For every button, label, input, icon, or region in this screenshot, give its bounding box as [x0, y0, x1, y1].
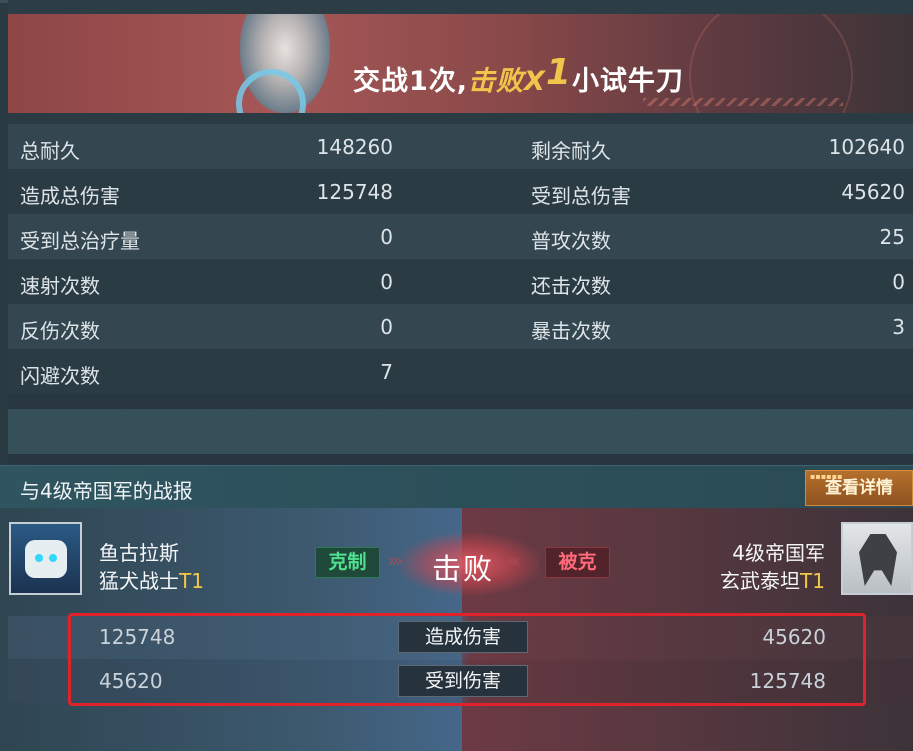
- stat-row: 速射次数 0 还击次数 0: [8, 259, 913, 304]
- stat-value: 102640: [828, 135, 905, 159]
- stat-value: 148260: [316, 135, 393, 159]
- attacker-unit: 猛犬战士T1: [99, 565, 204, 594]
- stat-row: 闪避次数 7: [8, 349, 913, 394]
- stat-label: 闪避次数: [20, 364, 100, 388]
- stat-row: 受到总治疗量 0 普攻次数 25: [8, 214, 913, 259]
- attacker-name: 鱼古拉斯: [99, 541, 179, 565]
- result-banner: 交战1次,击败X1小试牛刀: [8, 14, 913, 113]
- portrait-ring: [236, 69, 306, 113]
- stat-label: 反伤次数: [20, 319, 100, 343]
- attacker-unit-name: 猛犬战士: [99, 569, 179, 593]
- stat-label: 受到总治疗量: [20, 229, 140, 253]
- battle-result: 击败: [432, 552, 495, 586]
- stat-value: 125748: [316, 180, 393, 204]
- view-details-label: 查看详情: [825, 478, 893, 498]
- stat-value: 0: [892, 270, 905, 294]
- report-header: 与4级帝国军的战报 ▪▪▪▪▪▪ 查看详情: [0, 465, 913, 509]
- chevron-left-icon: ‹‹‹: [505, 548, 521, 572]
- stat-value: 0: [380, 225, 393, 249]
- stat-label: 速射次数: [20, 274, 100, 298]
- stat-label: 造成总伤害: [20, 184, 120, 208]
- counter-badge: 克制: [315, 547, 380, 578]
- damage-highlight-box: [68, 613, 866, 706]
- stat-value: 25: [879, 225, 905, 249]
- stat-value: 45620: [841, 180, 905, 204]
- banner-prefix: 交战1次,: [353, 66, 469, 97]
- stat-label: 暴击次数: [531, 319, 611, 343]
- banner-title: 交战1次,击败X1小试牛刀: [353, 52, 684, 99]
- stat-label: 受到总伤害: [531, 184, 631, 208]
- attacker-tier: T1: [179, 569, 204, 593]
- stat-label: 总耐久: [20, 139, 80, 163]
- stat-row: 反伤次数 0 暴击次数 3: [8, 304, 913, 349]
- stat-row: 造成总伤害 125748 受到总伤害 45620: [8, 169, 913, 214]
- stat-value: 0: [380, 270, 393, 294]
- chevron-right-icon: ›››: [387, 548, 403, 572]
- countered-badge: 被克: [545, 547, 610, 578]
- robot-face-icon: [25, 540, 67, 578]
- banner-stripe: [643, 98, 843, 106]
- button-dots-icon: ▪▪▪▪▪▪: [810, 472, 843, 481]
- stat-value: 0: [380, 315, 393, 339]
- view-details-button[interactable]: ▪▪▪▪▪▪ 查看详情: [805, 470, 913, 506]
- robot-eye-icon: [49, 554, 57, 562]
- defender-avatar[interactable]: [841, 522, 913, 595]
- mech-icon: [859, 534, 897, 586]
- stat-label: 剩余耐久: [531, 139, 611, 163]
- defender-tier: T1: [800, 569, 825, 593]
- defender-name: 4级帝国军: [732, 541, 825, 565]
- stat-label: 还击次数: [531, 274, 611, 298]
- defender-unit: 玄武泰坦T1: [720, 565, 825, 594]
- banner-defeat-count: 1: [545, 52, 572, 93]
- stat-value: 7: [380, 360, 393, 384]
- commander-portrait: [236, 14, 330, 113]
- attacker-avatar[interactable]: [9, 522, 82, 595]
- banner-suffix: 小试牛刀: [571, 66, 684, 97]
- stat-label: 普攻次数: [531, 229, 611, 253]
- robot-eye-icon: [35, 554, 43, 562]
- banner-defeat-word: 击败X: [468, 66, 546, 97]
- stat-row: 总耐久 148260 剩余耐久 102640: [8, 124, 913, 169]
- report-title: 与4级帝国军的战报: [20, 479, 193, 503]
- stats-table: 总耐久 148260 剩余耐久 102640 造成总伤害 125748 受到总伤…: [8, 124, 913, 394]
- defender-unit-name: 玄武泰坦: [720, 569, 801, 593]
- stats-spacer: [8, 409, 913, 454]
- stat-value: 3: [892, 315, 905, 339]
